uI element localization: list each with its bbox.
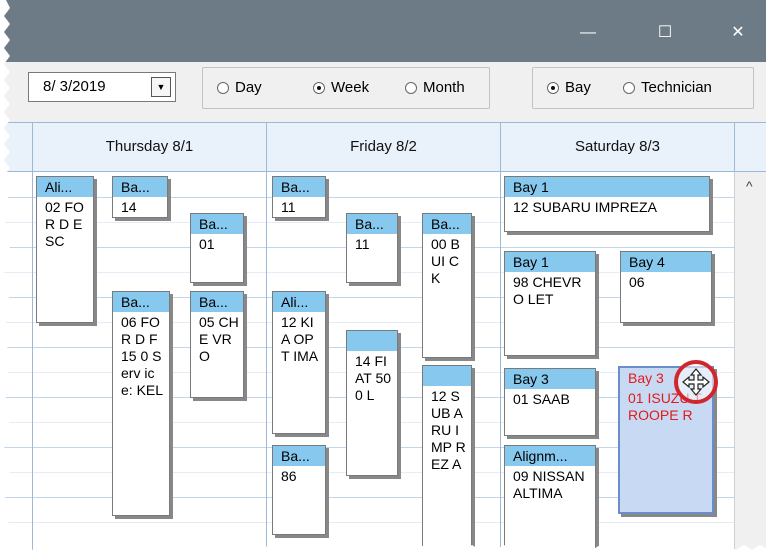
- vertical-scrollbar[interactable]: ^: [734, 172, 766, 553]
- appointment-card[interactable]: Ali... 12 KIA OPT IMA: [272, 291, 326, 434]
- appointment-vehicle: 09 NISSAN ALTIMA: [513, 468, 585, 501]
- appointment-vehicle: 00 BUI CK: [431, 236, 460, 286]
- title-bar: — ☐ ✕: [0, 0, 766, 62]
- radio-technician-icon: [623, 81, 635, 94]
- appointment-bay: Ali...: [273, 292, 325, 312]
- appointment-card[interactable]: Bay 3 01 SAAB: [504, 368, 596, 436]
- appointment-card[interactable]: Ba... 11: [272, 176, 326, 218]
- minimize-button[interactable]: —: [568, 18, 608, 48]
- radio-bay[interactable]: Bay: [547, 79, 591, 96]
- appointment-card[interactable]: Ba... 00 BUI CK: [422, 213, 472, 358]
- radio-bay-icon: [547, 81, 559, 94]
- appointment-vehicle: 12 SUBARU IMPREZA: [513, 199, 657, 215]
- appointment-bay: Alignm...: [505, 446, 595, 466]
- appointment-card[interactable]: Ba... 06 FOR D F15 0 Serv ice: KEL: [112, 291, 170, 516]
- appointment-card[interactable]: Ba... 01: [190, 213, 244, 283]
- move-cursor-icon: [674, 360, 718, 404]
- radio-month-label: Month: [423, 79, 465, 96]
- appointment-vehicle: 11: [355, 236, 370, 252]
- date-value: 8/ 3/2019: [43, 78, 106, 95]
- appointment-card[interactable]: Bay 1 12 SUBARU IMPREZA: [504, 176, 710, 232]
- appointment-bay: Ba...: [273, 446, 325, 466]
- appointment-bay: [347, 331, 397, 351]
- appointment-card[interactable]: Ba... 05 CHE VRO: [190, 291, 244, 398]
- appointment-bay: Bay 1: [505, 177, 709, 197]
- minimize-icon: —: [580, 24, 596, 41]
- appointment-bay: Ba...: [191, 292, 243, 312]
- day-header-row: Thursday 8/1 Friday 8/2 Saturday 8/3: [0, 122, 766, 172]
- radio-week-icon: [313, 81, 325, 94]
- appointment-card[interactable]: Alignm... 09 NISSAN ALTIMA: [504, 445, 596, 553]
- day-header-friday[interactable]: Friday 8/2: [266, 123, 500, 171]
- appointment-bay: Bay 1: [505, 252, 595, 272]
- close-icon: ✕: [731, 24, 745, 41]
- radio-week-label: Week: [331, 79, 370, 96]
- appointment-bay: Ba...: [423, 214, 471, 234]
- radio-day-label: Day: [235, 79, 262, 96]
- appointment-card[interactable]: Bay 4 06: [620, 251, 712, 323]
- appointment-bay: Ali...: [37, 177, 93, 197]
- appointment-card[interactable]: Bay 1 98 CHEVRO LET: [504, 251, 596, 356]
- scroll-up-icon[interactable]: ^: [746, 178, 753, 194]
- appointment-card[interactable]: Ba... 86: [272, 445, 326, 535]
- view-options-group: Day Week Month: [202, 67, 490, 109]
- maximize-button[interactable]: ☐: [645, 18, 685, 48]
- appointment-vehicle: 98 CHEVRO LET: [513, 274, 582, 307]
- chevron-down-icon[interactable]: ▼: [151, 77, 171, 97]
- appointment-card[interactable]: 14 FIAT 500 L: [346, 330, 398, 476]
- appointment-bay: [423, 366, 471, 386]
- torn-edge-left: [0, 0, 10, 553]
- appointment-vehicle: 14: [121, 199, 137, 215]
- appointment-vehicle: 12 KIA OPT IMA: [281, 314, 319, 364]
- date-picker[interactable]: 8/ 3/2019 ▼: [28, 72, 176, 102]
- radio-technician[interactable]: Technician: [623, 79, 712, 96]
- appointment-bay: Ba...: [273, 177, 325, 197]
- appointment-vehicle: 06 FOR D F15 0 Serv ice: KEL: [121, 314, 164, 398]
- radio-day[interactable]: Day: [217, 79, 262, 96]
- day-header-thursday[interactable]: Thursday 8/1: [32, 123, 266, 171]
- appointment-bay: Ba...: [113, 177, 167, 197]
- appointment-vehicle: 02 FOR D ESC: [45, 199, 84, 249]
- close-button[interactable]: ✕: [718, 18, 758, 48]
- appointment-vehicle: 14 FIAT 500 L: [355, 353, 392, 403]
- radio-technician-label: Technician: [641, 79, 712, 96]
- header-scroll-spacer: [734, 123, 766, 171]
- appointment-vehicle: 01: [199, 236, 215, 252]
- appointment-bay: Ba...: [347, 214, 397, 234]
- radio-day-icon: [217, 81, 229, 94]
- appointment-bay: Bay 4: [621, 252, 711, 272]
- appointment-card[interactable]: Ba... 14: [112, 176, 168, 218]
- radio-bay-label: Bay: [565, 79, 591, 96]
- appointment-card[interactable]: Ali... 02 FOR D ESC: [36, 176, 94, 323]
- appointment-bay: Ba...: [113, 292, 169, 312]
- appointment-vehicle: 05 CHE VRO: [199, 314, 239, 364]
- appointment-bay: Bay 3: [505, 369, 595, 389]
- appointment-vehicle: 86: [281, 468, 297, 484]
- scheduler-window: — ☐ ✕ 8/ 3/2019 ▼ Day Week Month Bay Tec…: [0, 0, 766, 553]
- appointment-card[interactable]: 12 SUB ARU IMP REZ A: [422, 365, 472, 553]
- appointment-vehicle: 06: [629, 274, 645, 290]
- group-by-options: Bay Technician: [532, 67, 754, 109]
- radio-week[interactable]: Week: [313, 79, 369, 96]
- radio-month[interactable]: Month: [405, 79, 465, 96]
- torn-edge-bottom: [0, 545, 766, 553]
- appointment-vehicle: 01 SAAB: [513, 391, 570, 407]
- appointment-vehicle: 12 SUB ARU IMP REZ A: [431, 388, 466, 472]
- day-header-saturday[interactable]: Saturday 8/3: [500, 123, 734, 171]
- appointment-vehicle: 11: [281, 199, 296, 215]
- radio-month-icon: [405, 81, 417, 94]
- maximize-icon: ☐: [657, 24, 673, 41]
- appointment-bay: Ba...: [191, 214, 243, 234]
- appointment-card[interactable]: Ba... 11: [346, 213, 398, 283]
